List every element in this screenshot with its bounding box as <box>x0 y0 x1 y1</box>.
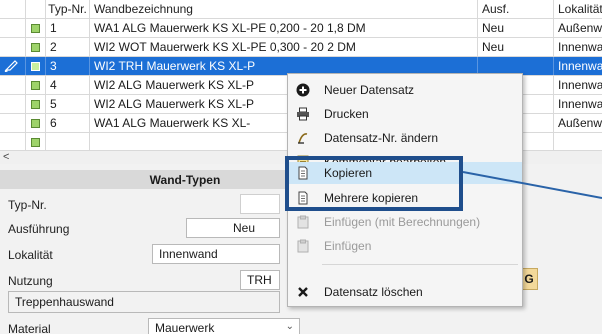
callout-pointer-line <box>462 171 602 199</box>
